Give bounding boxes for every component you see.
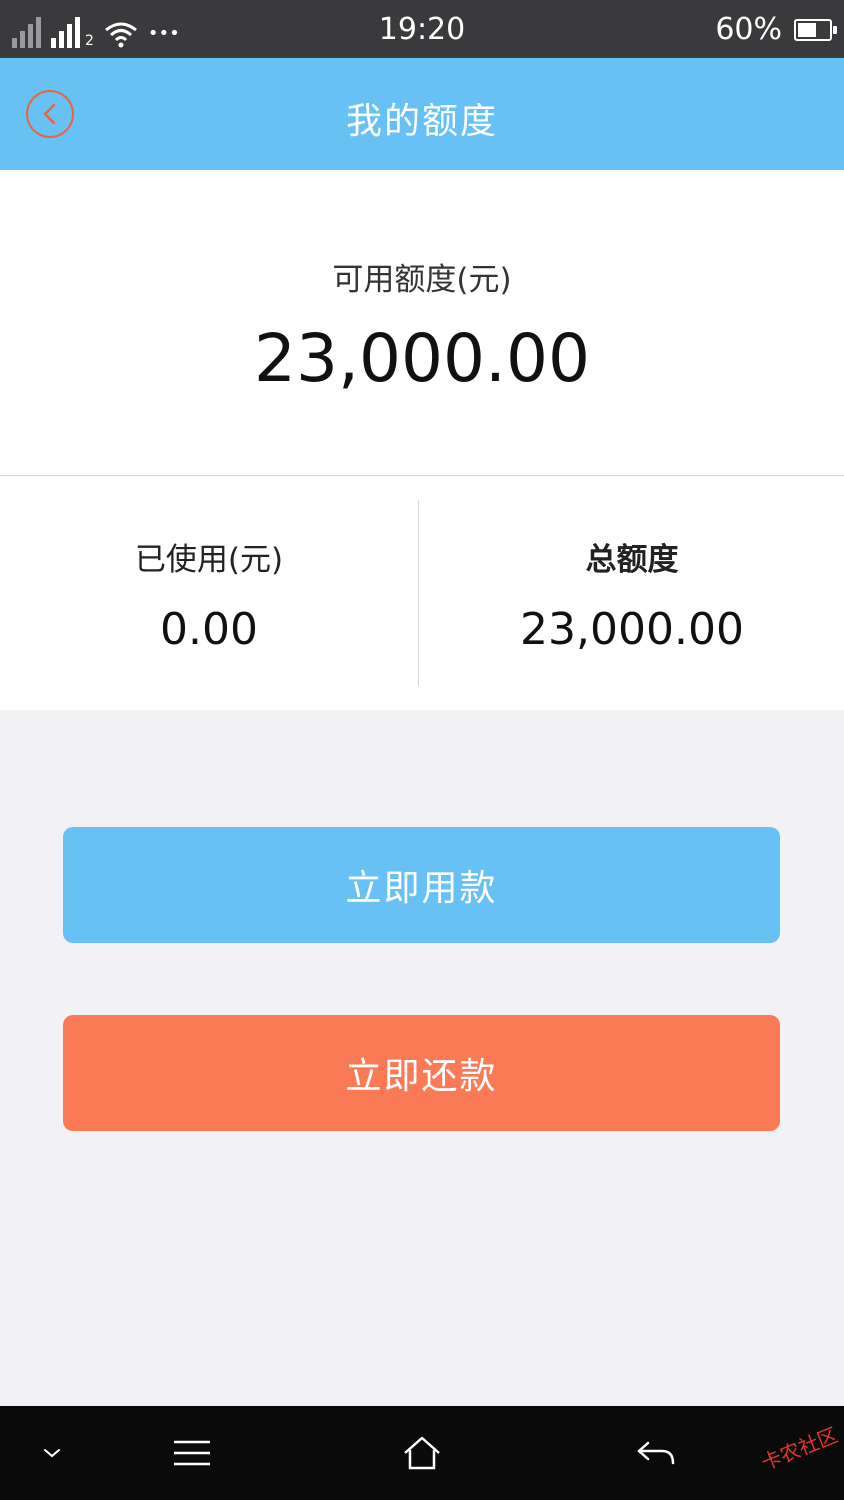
borrow-now-button[interactable]: 立即用款	[63, 827, 780, 943]
nav-collapse-button[interactable]	[12, 1424, 92, 1482]
home-icon	[404, 1436, 440, 1470]
app-header: 我的额度	[0, 58, 844, 170]
credit-summary: 已使用(元) 0.00 总额度 23,000.00	[0, 476, 844, 710]
nav-home-button[interactable]	[382, 1424, 462, 1482]
available-credit-card: 可用额度(元) 23,000.00	[0, 170, 844, 476]
battery-percent: 60%	[715, 12, 782, 47]
used-credit: 已使用(元) 0.00	[0, 476, 418, 710]
summary-divider	[418, 500, 419, 686]
battery-icon	[794, 18, 837, 41]
system-nav-bar	[0, 1406, 844, 1500]
available-credit-value: 23,000.00	[254, 320, 590, 397]
page-title: 我的额度	[345, 101, 498, 142]
total-credit: 总额度 23,000.00	[420, 476, 844, 710]
used-credit-value: 0.00	[160, 604, 258, 655]
battery-level	[798, 22, 816, 37]
repay-now-button[interactable]: 立即还款	[63, 1015, 780, 1131]
available-credit-label: 可用额度(元)	[332, 262, 512, 298]
nav-back-button[interactable]	[616, 1424, 696, 1482]
total-credit-label: 总额度	[585, 542, 679, 578]
total-credit-value: 23,000.00	[520, 604, 744, 655]
used-credit-label: 已使用(元)	[134, 542, 284, 578]
menu-icon	[174, 1440, 210, 1466]
nav-menu-button[interactable]	[152, 1424, 232, 1482]
chevron-down-icon	[44, 1449, 60, 1458]
back-arrow-icon	[637, 1441, 675, 1465]
battery-area: 60%	[715, 12, 837, 47]
status-bar: 2 ••• 19:20 60%	[0, 0, 844, 58]
